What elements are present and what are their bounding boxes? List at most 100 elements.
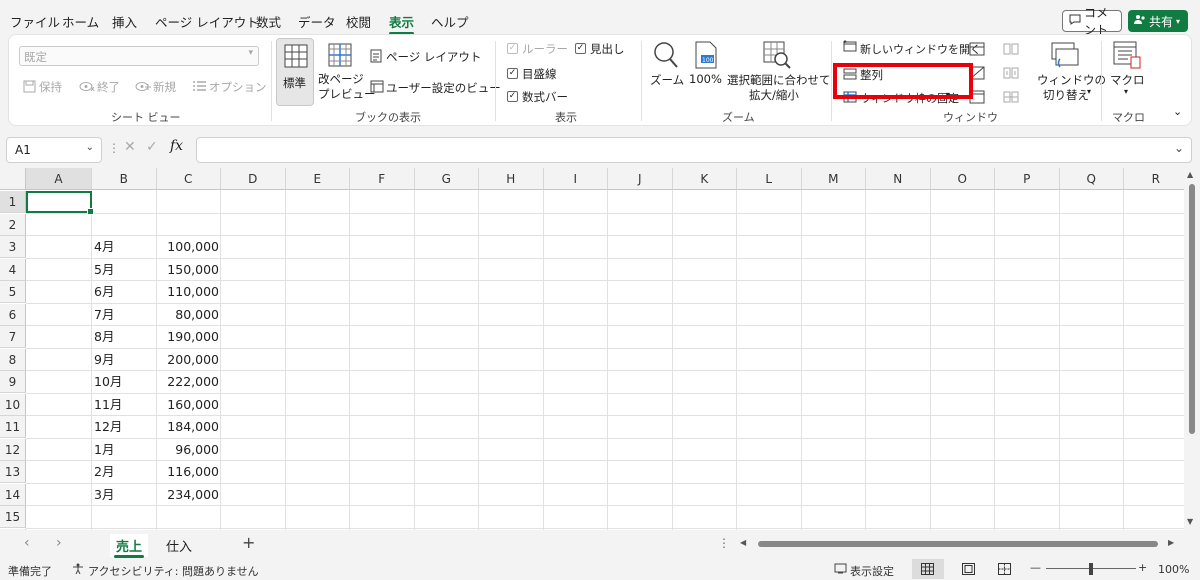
scroll-left-icon[interactable]: ◀ — [740, 538, 746, 547]
column-header[interactable]: I — [543, 168, 608, 190]
share-button[interactable]: 共有 ▾ — [1128, 10, 1188, 32]
zoom-out-button[interactable]: — — [1030, 561, 1041, 574]
scroll-down-icon[interactable]: ▼ — [1187, 517, 1193, 526]
name-box[interactable]: A1 ⌄ — [6, 137, 102, 163]
zoom-button[interactable]: ズーム — [647, 38, 687, 98]
horizontal-scroll-thumb[interactable] — [758, 541, 1158, 547]
more-options-icon[interactable]: ⋮ — [108, 141, 120, 155]
accessibility-status[interactable]: アクセシビリティ: 問題ありません — [88, 563, 259, 579]
row-header[interactable]: 9 — [0, 371, 26, 393]
row-header[interactable]: 15 — [0, 506, 26, 528]
row-header[interactable]: 4 — [0, 258, 26, 281]
column-header[interactable]: Q — [1059, 168, 1124, 190]
column-header[interactable]: C — [156, 168, 221, 190]
tab-page-layout[interactable]: ページ レイアウト — [155, 12, 259, 31]
column-header[interactable]: G — [414, 168, 479, 190]
cell-amount[interactable]: 100,000 — [157, 236, 222, 258]
column-header[interactable]: B — [92, 168, 157, 190]
add-sheet-icon[interactable]: + — [242, 533, 255, 552]
page-layout-status-icon[interactable] — [962, 563, 975, 578]
tab-home[interactable]: ホーム — [62, 12, 99, 31]
collapse-ribbon-icon[interactable]: ⌄ — [1173, 105, 1182, 118]
comment-button[interactable]: コメント — [1062, 6, 1122, 37]
row-header[interactable]: 14 — [0, 483, 26, 506]
cell-amount[interactable]: 160,000 — [157, 394, 222, 416]
formula-input[interactable]: ⌄ — [196, 137, 1192, 163]
more-options-icon[interactable]: ⋮ — [718, 536, 730, 550]
cell-amount[interactable]: 110,000 — [157, 281, 222, 303]
display-settings-button[interactable]: 表示設定 — [850, 563, 894, 579]
zoom-in-button[interactable]: + — [1138, 561, 1147, 574]
tab-insert[interactable]: 挿入 — [112, 12, 137, 31]
cell-month[interactable]: 4月 — [92, 236, 157, 258]
tab-view[interactable]: 表示 — [389, 12, 415, 35]
column-header[interactable]: N — [866, 168, 931, 190]
page-break-preview-button[interactable]: 改ページ プレビュー — [315, 38, 376, 106]
select-all-corner[interactable] — [0, 168, 26, 190]
column-header[interactable]: J — [608, 168, 673, 190]
split-icon[interactable] — [969, 42, 985, 59]
tab-file[interactable]: ファイル — [10, 12, 60, 31]
tab-review[interactable]: 校閲 — [346, 12, 371, 31]
column-header[interactable]: R — [1124, 168, 1184, 190]
scroll-up-icon[interactable]: ▲ — [1187, 170, 1193, 179]
cell-amount[interactable]: 200,000 — [157, 349, 222, 371]
cell-month[interactable]: 10月 — [92, 371, 157, 393]
cell-month[interactable]: 5月 — [92, 259, 157, 281]
row-header[interactable]: 11 — [0, 416, 26, 438]
insert-function-button[interactable]: fx — [170, 138, 183, 154]
cell-month[interactable]: 2月 — [92, 461, 157, 483]
custom-views-button[interactable]: ユーザー設定のビュー — [386, 80, 501, 96]
row-header[interactable]: 5 — [0, 281, 26, 303]
next-sheet-icon[interactable]: › — [56, 535, 62, 551]
cell-amount[interactable]: 150,000 — [157, 259, 222, 281]
column-header[interactable]: E — [285, 168, 350, 190]
new-window-button[interactable]: 新しいウィンドウを開く — [860, 41, 981, 57]
headings-checkbox[interactable]: ✓ — [575, 43, 586, 54]
sheet-tab-purchases[interactable]: 仕入 — [160, 534, 198, 557]
cell-amount[interactable]: 116,000 — [157, 461, 222, 483]
cell-month[interactable]: 12月 — [92, 416, 157, 438]
cell-amount[interactable]: 184,000 — [157, 416, 222, 438]
page-break-status-icon[interactable] — [998, 563, 1011, 578]
column-header[interactable]: L — [737, 168, 802, 190]
tab-formulas[interactable]: 数式 — [256, 12, 281, 31]
cell-amount[interactable]: 190,000 — [157, 326, 222, 348]
formula-bar-checkbox[interactable]: ✓ — [507, 91, 518, 102]
column-header[interactable]: A — [26, 168, 92, 190]
cell-amount[interactable]: 234,000 — [157, 484, 222, 506]
row-header[interactable]: 2 — [0, 213, 26, 236]
prev-sheet-icon[interactable]: ‹ — [24, 535, 30, 551]
normal-view-button[interactable]: 標準 — [276, 38, 314, 106]
row-header[interactable]: 12 — [0, 438, 26, 461]
cell-month[interactable]: 9月 — [92, 349, 157, 371]
column-header[interactable]: P — [995, 168, 1060, 190]
vertical-scrollbar[interactable]: ▲ ▼ — [1184, 168, 1200, 530]
column-header[interactable]: K — [672, 168, 737, 190]
row-header[interactable]: 13 — [0, 461, 26, 483]
spreadsheet-grid[interactable]: ABCDEFGHIJKLMNOPQR 1 2 3 4 5 6 7 8 9 10 11 12 13 14 15… — [0, 168, 1184, 530]
normal-view-status-button[interactable] — [912, 559, 944, 579]
zoom-level[interactable]: 100% — [1158, 563, 1189, 576]
zoom-slider-thumb[interactable] — [1089, 563, 1093, 575]
zoom-to-selection-button[interactable]: 選択範囲に合わせて 拡大/縮小 — [727, 38, 831, 106]
page-layout-button[interactable]: ページ レイアウト — [386, 49, 481, 65]
row-header[interactable]: 6 — [0, 303, 26, 326]
gridlines-checkbox[interactable]: ✓ — [507, 68, 518, 79]
zoom-100-button[interactable]: 100 100% — [689, 38, 725, 98]
expand-formula-icon[interactable]: ⌄ — [1174, 141, 1184, 155]
scroll-right-icon[interactable]: ▶ — [1168, 538, 1174, 547]
tab-help[interactable]: ヘルプ — [431, 12, 469, 31]
switch-windows-button[interactable]: ウィンドウの 切り替え ▾ — [1033, 38, 1106, 106]
cell-month[interactable]: 7月 — [92, 304, 157, 326]
column-header[interactable]: O — [930, 168, 995, 190]
cell-month[interactable]: 3月 — [92, 484, 157, 506]
row-header[interactable]: 7 — [0, 326, 26, 348]
horizontal-scrollbar[interactable]: ◀ ▶ — [740, 538, 1180, 550]
macros-button[interactable]: マクロ ▾ — [1105, 38, 1149, 106]
cell-amount[interactable]: 80,000 — [157, 304, 222, 326]
cell-amount[interactable]: 96,000 — [157, 439, 222, 461]
row-header[interactable]: 10 — [0, 393, 26, 416]
cell-month[interactable]: 1月 — [92, 439, 157, 461]
cell-month[interactable]: 6月 — [92, 281, 157, 303]
